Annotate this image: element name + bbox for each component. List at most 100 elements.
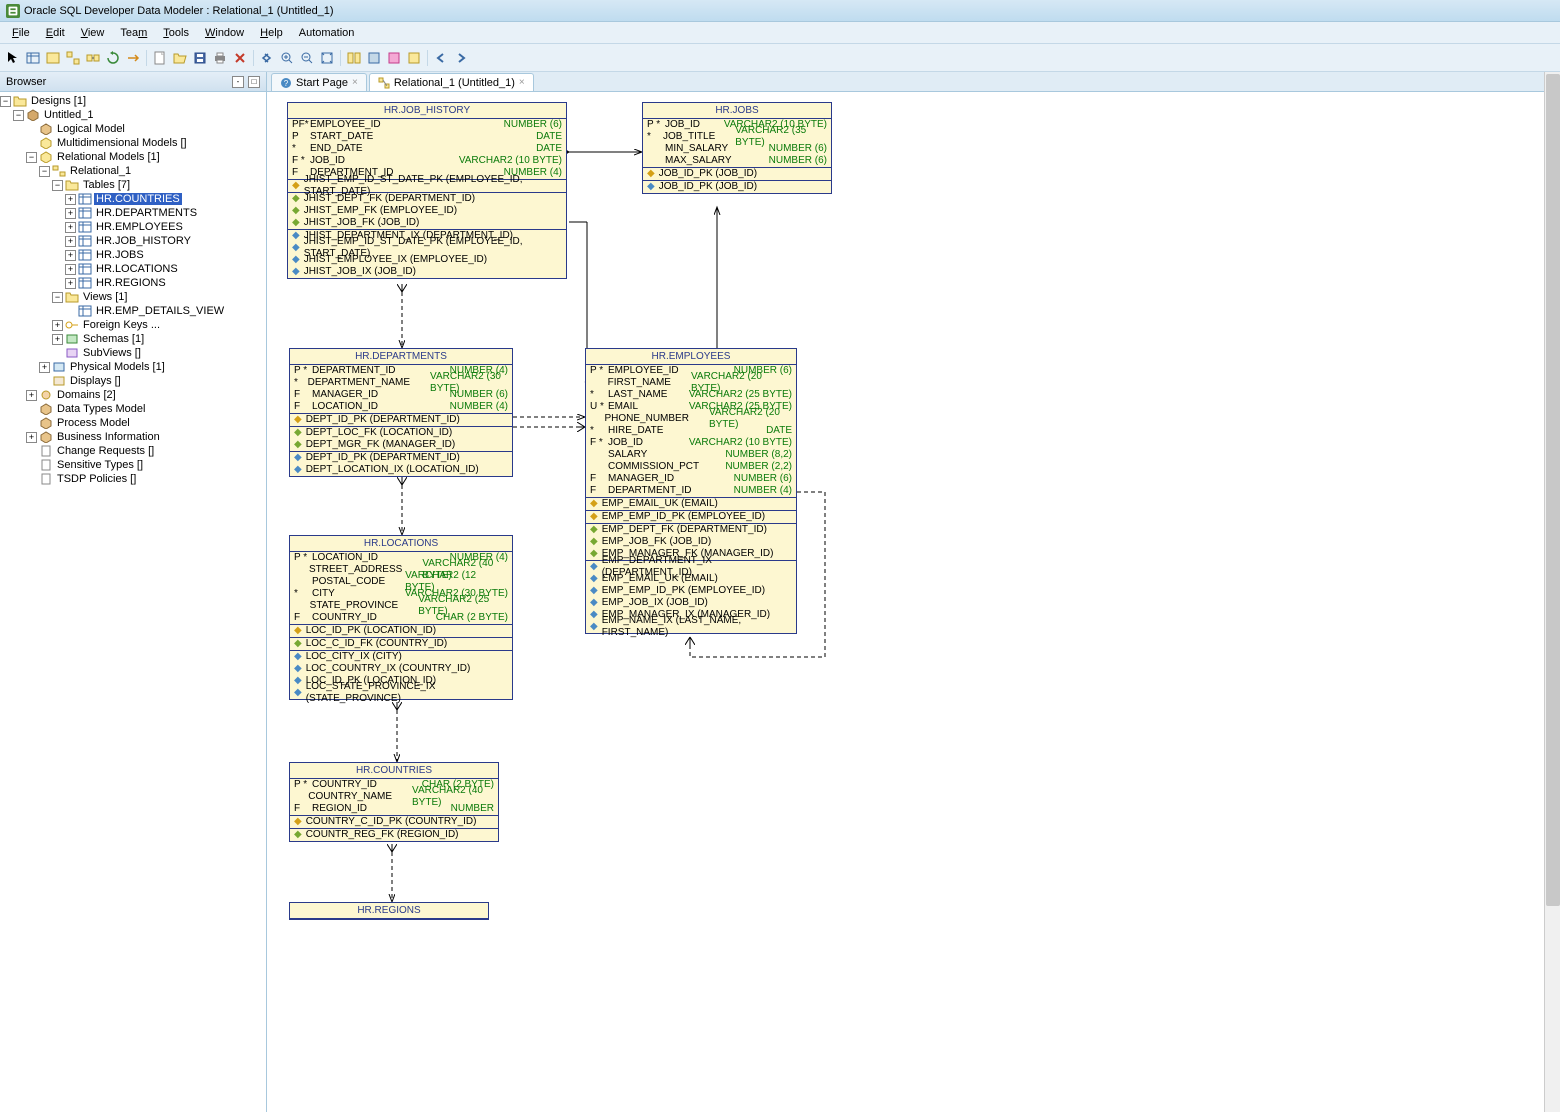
- tree-toggle-icon[interactable]: +: [39, 362, 50, 373]
- compare-icon[interactable]: [345, 49, 363, 67]
- tree-node-views[interactable]: −Views [1]: [0, 290, 266, 304]
- tree-toggle-icon[interactable]: +: [65, 264, 76, 275]
- tree-node-t_job_history[interactable]: +HR.JOB_HISTORY: [0, 234, 266, 248]
- tree-node-subviews[interactable]: SubViews []: [0, 346, 266, 360]
- tree-node-t_locations[interactable]: +HR.LOCATIONS: [0, 262, 266, 276]
- tree-toggle-icon[interactable]: −: [0, 96, 11, 107]
- key-icon: [65, 319, 79, 331]
- nav-back-icon[interactable]: [258, 49, 276, 67]
- new-table-icon[interactable]: [24, 49, 42, 67]
- menu-tools[interactable]: Tools: [155, 25, 197, 41]
- tab-relational[interactable]: Relational_1 (Untitled_1) ×: [369, 73, 534, 91]
- erd-table-countries[interactable]: HR.COUNTRIESP *COUNTRY_IDCHAR (2 BYTE)CO…: [289, 762, 499, 842]
- menu-team[interactable]: Team: [112, 25, 155, 41]
- tree-toggle-icon[interactable]: +: [52, 320, 63, 331]
- menu-window[interactable]: Window: [197, 25, 252, 41]
- search-model-icon[interactable]: [385, 49, 403, 67]
- ddl-icon[interactable]: [365, 49, 383, 67]
- delete-icon[interactable]: [231, 49, 249, 67]
- panel-minimize-icon[interactable]: -: [232, 76, 244, 88]
- erd-table-departments[interactable]: HR.DEPARTMENTSP *DEPARTMENT_IDNUMBER (4)…: [289, 348, 513, 477]
- tree-node-t_countries[interactable]: +HR.COUNTRIES: [0, 192, 266, 206]
- tree-node-fks[interactable]: +Foreign Keys ...: [0, 318, 266, 332]
- tree-toggle-icon[interactable]: −: [52, 292, 63, 303]
- tree-toggle-icon[interactable]: −: [39, 166, 50, 177]
- tree-node-untitled[interactable]: −Untitled_1: [0, 108, 266, 122]
- tree-node-relational[interactable]: −Relational Models [1]: [0, 150, 266, 164]
- nav-left-icon[interactable]: [432, 49, 450, 67]
- tree-toggle-icon[interactable]: +: [65, 278, 76, 289]
- tree-toggle-icon[interactable]: −: [52, 180, 63, 191]
- erd-ix-row: ◆LOC_CITY_IX (CITY): [290, 651, 512, 663]
- close-icon[interactable]: ×: [352, 77, 358, 88]
- tree-toggle-icon[interactable]: +: [52, 334, 63, 345]
- tree-toggle-icon[interactable]: +: [65, 208, 76, 219]
- tree-node-t_regions[interactable]: +HR.REGIONS: [0, 276, 266, 290]
- help-icon: ?: [280, 77, 292, 89]
- menu-automation[interactable]: Automation: [291, 25, 363, 41]
- zoom-out-icon[interactable]: [298, 49, 316, 67]
- refresh-icon[interactable]: [104, 49, 122, 67]
- tab-start-page[interactable]: ? Start Page ×: [271, 73, 367, 91]
- erd-table-employees[interactable]: HR.EMPLOYEESP *EMPLOYEE_IDNUMBER (6)FIRS…: [585, 348, 797, 634]
- tree-node-changereq[interactable]: Change Requests []: [0, 444, 266, 458]
- menu-file[interactable]: File: [4, 25, 38, 41]
- new-view-icon[interactable]: [44, 49, 62, 67]
- merge-icon[interactable]: [84, 49, 102, 67]
- menu-edit[interactable]: Edit: [38, 25, 73, 41]
- ix-icon: ◆: [292, 242, 300, 254]
- tree-node-designs[interactable]: − Designs [1]: [0, 94, 266, 108]
- new-icon[interactable]: [151, 49, 169, 67]
- tree-node-displays[interactable]: Displays []: [0, 374, 266, 388]
- vertical-scrollbar[interactable]: [1544, 72, 1560, 1112]
- browser-tree[interactable]: −Designs [1]−Untitled_1Logical ModelMult…: [0, 92, 266, 1112]
- open-icon[interactable]: [171, 49, 189, 67]
- tree-toggle-icon[interactable]: +: [65, 194, 76, 205]
- tree-toggle-icon[interactable]: +: [26, 390, 37, 401]
- menu-help[interactable]: Help: [252, 25, 291, 41]
- tree-node-multi[interactable]: Multidimensional Models []: [0, 136, 266, 150]
- tree-toggle-icon[interactable]: +: [65, 250, 76, 261]
- tree-node-t_jobs[interactable]: +HR.JOBS: [0, 248, 266, 262]
- split-icon[interactable]: [64, 49, 82, 67]
- tree-toggle-icon[interactable]: −: [26, 152, 37, 163]
- tree-node-label: Designs [1]: [29, 95, 88, 107]
- tree-node-t_departments[interactable]: +HR.DEPARTMENTS: [0, 206, 266, 220]
- erd-table-jobs[interactable]: HR.JOBSP *JOB_IDVARCHAR2 (10 BYTE)*JOB_T…: [642, 102, 832, 194]
- tree-node-label: Change Requests []: [55, 445, 156, 457]
- tree-toggle-icon[interactable]: +: [65, 222, 76, 233]
- save-icon[interactable]: [191, 49, 209, 67]
- panel-maximize-icon[interactable]: □: [248, 76, 260, 88]
- tree-node-sensitive[interactable]: Sensitive Types []: [0, 458, 266, 472]
- tree-node-business[interactable]: +Business Information: [0, 430, 266, 444]
- erd-table-job_history[interactable]: HR.JOB_HISTORYPF*EMPLOYEE_IDNUMBER (6)PS…: [287, 102, 567, 279]
- zoom-in-icon[interactable]: [278, 49, 296, 67]
- nav-right-icon[interactable]: [452, 49, 470, 67]
- engineer-icon[interactable]: [124, 49, 142, 67]
- tree-node-logical[interactable]: Logical Model: [0, 122, 266, 136]
- pointer-tool-icon[interactable]: [4, 49, 22, 67]
- ddl-preview-icon[interactable]: [405, 49, 423, 67]
- tree-node-rel1[interactable]: −Relational_1: [0, 164, 266, 178]
- tree-node-tsdp[interactable]: TSDP Policies []: [0, 472, 266, 486]
- fit-screen-icon[interactable]: [318, 49, 336, 67]
- tree-node-tables[interactable]: −Tables [7]: [0, 178, 266, 192]
- tree-toggle-icon[interactable]: +: [26, 432, 37, 443]
- menu-view[interactable]: View: [73, 25, 113, 41]
- erd-table-locations[interactable]: HR.LOCATIONSP *LOCATION_IDNUMBER (4)STRE…: [289, 535, 513, 700]
- tree-toggle-icon[interactable]: −: [13, 110, 24, 121]
- tree-toggle-icon[interactable]: +: [65, 236, 76, 247]
- tree-node-process[interactable]: Process Model: [0, 416, 266, 430]
- diagram-canvas[interactable]: HR.JOB_HISTORYPF*EMPLOYEE_IDNUMBER (6)PS…: [267, 92, 1560, 1112]
- tree-node-datatypes[interactable]: Data Types Model: [0, 402, 266, 416]
- tree-node-v_empdetails[interactable]: HR.EMP_DETAILS_VIEW: [0, 304, 266, 318]
- close-icon[interactable]: ×: [519, 77, 525, 88]
- tree-node-domains[interactable]: +Domains [2]: [0, 388, 266, 402]
- print-icon[interactable]: [211, 49, 229, 67]
- tree-node-physical[interactable]: +Physical Models [1]: [0, 360, 266, 374]
- ix-icon: ◆: [590, 621, 598, 633]
- erd-table-regions[interactable]: HR.REGIONS: [289, 902, 489, 920]
- tree-node-schemas[interactable]: +Schemas [1]: [0, 332, 266, 346]
- tree-node-t_employees[interactable]: +HR.EMPLOYEES: [0, 220, 266, 234]
- erd-column-row: FDEPARTMENT_IDNUMBER (4): [586, 485, 796, 497]
